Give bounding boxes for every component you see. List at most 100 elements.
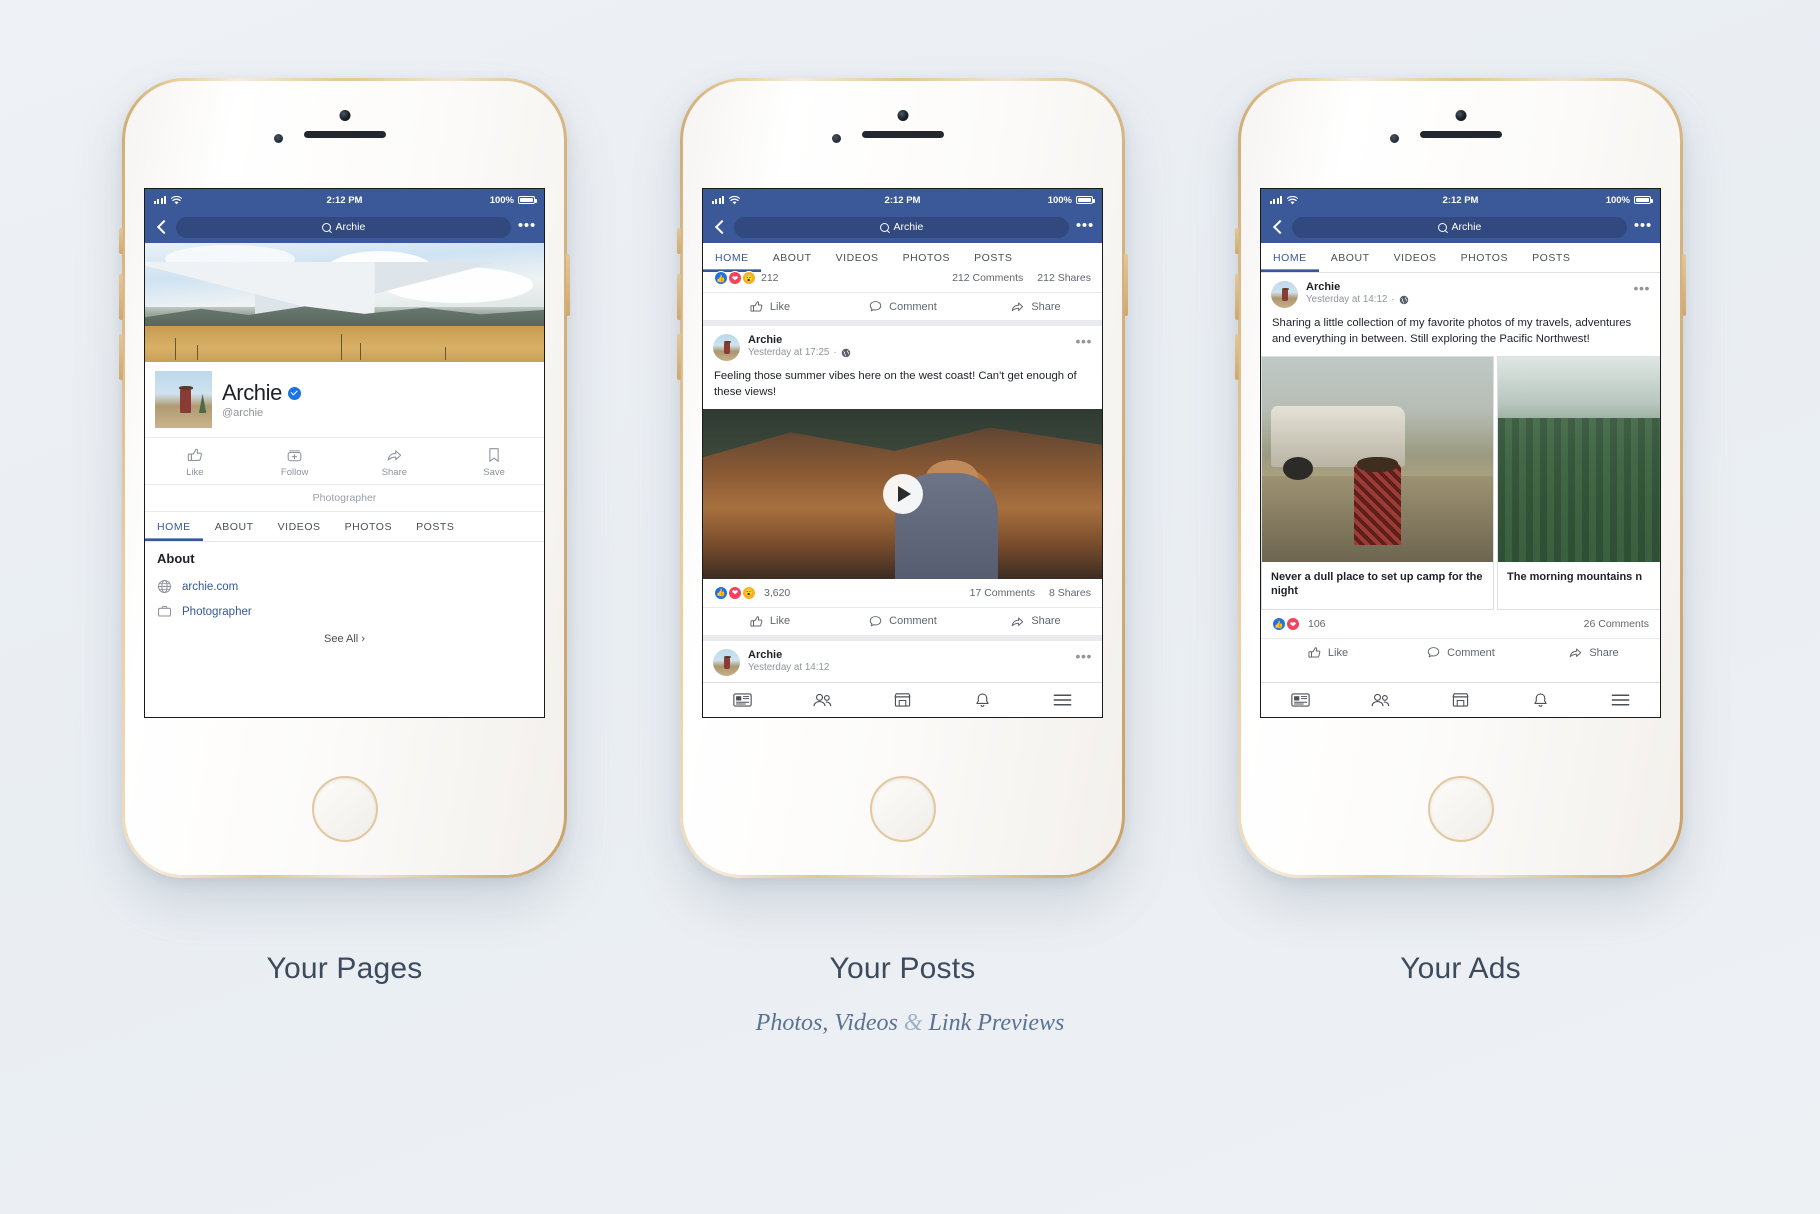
marketplace-icon[interactable] — [1421, 692, 1501, 708]
share-arrow-icon — [1012, 302, 1024, 312]
avatar[interactable] — [713, 334, 740, 361]
tab-posts[interactable]: POSTS — [404, 512, 466, 541]
page-follow-button[interactable]: Follow — [245, 438, 345, 484]
tab-posts[interactable]: POSTS — [962, 243, 1024, 272]
tab-posts[interactable]: POSTS — [1520, 243, 1582, 272]
back-arrow-icon[interactable] — [711, 219, 727, 235]
silent-switch[interactable] — [677, 228, 681, 254]
tab-photos[interactable]: PHOTOS — [1449, 243, 1520, 272]
feed-scroll[interactable]: 👍 ❤ 😮 212 212 Comments 212 Shares Like C… — [703, 264, 1102, 682]
share-count[interactable]: 8 Shares — [1049, 587, 1091, 599]
share-count[interactable]: 212 Shares — [1037, 272, 1091, 284]
search-input[interactable]: Archie — [176, 216, 511, 238]
more-options-icon[interactable]: ••• — [518, 218, 536, 237]
post-author[interactable]: Archie — [1306, 281, 1409, 293]
tab-home[interactable]: HOME — [145, 512, 203, 541]
post-author[interactable]: Archie — [748, 334, 851, 346]
more-options-icon[interactable]: ••• — [1076, 218, 1094, 237]
post-comment-button[interactable]: Comment — [1394, 645, 1527, 660]
power-button[interactable] — [1124, 254, 1128, 316]
about-row-occupation[interactable]: Photographer — [157, 599, 532, 624]
more-options-icon[interactable]: ••• — [1633, 281, 1650, 295]
post-meta: Yesterday at 14:12 · — [1306, 294, 1409, 305]
notifications-bell-icon[interactable] — [942, 692, 1022, 709]
page-share-button[interactable]: Share — [345, 438, 445, 484]
volume-up-button[interactable] — [119, 274, 123, 320]
post-share-button[interactable]: Share — [1527, 645, 1660, 660]
tab-videos[interactable]: VIDEOS — [266, 512, 333, 541]
post-author[interactable]: Archie — [748, 649, 829, 661]
play-icon[interactable] — [882, 473, 923, 514]
tab-about[interactable]: ABOUT — [203, 512, 266, 541]
news-feed-icon[interactable] — [1261, 692, 1341, 708]
about-row-website[interactable]: archie.com — [157, 574, 532, 599]
power-button[interactable] — [566, 254, 570, 316]
page-like-button[interactable]: Like — [145, 438, 245, 484]
post-video[interactable] — [703, 408, 1102, 579]
tab-home[interactable]: HOME — [703, 243, 761, 272]
post-meta: Yesterday at 17:25 · — [748, 347, 851, 358]
volume-down-button[interactable] — [119, 334, 123, 380]
tab-videos[interactable]: VIDEOS — [824, 243, 891, 272]
silent-switch[interactable] — [1235, 228, 1239, 254]
back-arrow-icon[interactable] — [1269, 219, 1285, 235]
avatar[interactable] — [1271, 281, 1298, 308]
reaction-icons[interactable]: 👍 ❤ 😮 3,620 — [714, 585, 790, 600]
caption-subtitle: Photos, Videos & Link Previews — [0, 1010, 1820, 1037]
silent-switch[interactable] — [119, 228, 123, 254]
reaction-count: 106 — [1308, 618, 1326, 631]
page-save-button[interactable]: Save — [444, 438, 544, 484]
post-comment-button[interactable]: Comment — [836, 299, 969, 314]
volume-down-button[interactable] — [677, 334, 681, 380]
profile-avatar[interactable] — [155, 371, 212, 428]
tab-about[interactable]: ABOUT — [761, 243, 824, 272]
friends-icon[interactable] — [1341, 692, 1421, 708]
comment-count[interactable]: 26 Comments — [1584, 618, 1649, 630]
comment-count[interactable]: 17 Comments — [970, 587, 1035, 599]
friends-icon[interactable] — [783, 692, 863, 708]
tab-about[interactable]: ABOUT — [1319, 243, 1382, 272]
home-button[interactable] — [869, 776, 936, 842]
search-input[interactable]: Archie — [734, 216, 1069, 238]
cover-photo[interactable] — [145, 243, 544, 362]
tab-photos[interactable]: PHOTOS — [333, 512, 404, 541]
volume-up-button[interactable] — [1235, 274, 1239, 320]
post-comment-label: Comment — [1447, 646, 1495, 659]
reaction-icons[interactable]: 👍 ❤ 😮 212 — [714, 271, 779, 285]
back-arrow-icon[interactable] — [153, 219, 169, 235]
tab-photos[interactable]: PHOTOS — [891, 243, 962, 272]
ad-card[interactable]: Never a dull place to set up camp for th… — [1261, 355, 1494, 611]
marketplace-icon[interactable] — [863, 692, 943, 708]
search-input[interactable]: Archie — [1292, 216, 1627, 238]
ad-carousel[interactable]: Never a dull place to set up camp for th… — [1261, 355, 1660, 611]
more-options-icon[interactable]: ••• — [1634, 218, 1652, 237]
post-like-button[interactable]: Like — [703, 614, 836, 629]
news-feed-icon[interactable] — [703, 692, 783, 708]
post-share-button[interactable]: Share — [969, 614, 1102, 629]
home-button[interactable] — [311, 776, 378, 842]
menu-hamburger-icon[interactable] — [1580, 693, 1660, 707]
comment-count[interactable]: 212 Comments — [952, 272, 1023, 284]
power-button[interactable] — [1682, 254, 1686, 316]
volume-up-button[interactable] — [677, 274, 681, 320]
post-like-button[interactable]: Like — [703, 299, 836, 314]
more-options-icon[interactable]: ••• — [1075, 334, 1092, 348]
menu-hamburger-icon[interactable] — [1022, 693, 1102, 707]
share-arrow-icon — [345, 445, 445, 464]
post-action-bar: Like Comment Share — [703, 608, 1102, 635]
avatar[interactable] — [713, 648, 740, 676]
notifications-bell-icon[interactable] — [1500, 692, 1580, 709]
tab-videos[interactable]: VIDEOS — [1382, 243, 1449, 272]
more-options-icon[interactable]: ••• — [1075, 649, 1092, 663]
post-like-label: Like — [769, 615, 791, 628]
post-text: Sharing a little collection of my favori… — [1272, 317, 1632, 346]
ad-card[interactable]: The morning mountains n — [1497, 355, 1660, 611]
post-like-button[interactable]: Like — [1261, 645, 1394, 660]
reaction-icons[interactable]: 👍 ❤ 106 — [1272, 617, 1326, 632]
post-share-button[interactable]: Share — [969, 299, 1102, 314]
volume-down-button[interactable] — [1235, 334, 1239, 380]
tab-home[interactable]: HOME — [1261, 243, 1319, 272]
home-button[interactable] — [1427, 776, 1494, 842]
see-all-button[interactable]: See All › — [157, 624, 532, 645]
post-comment-button[interactable]: Comment — [836, 614, 969, 629]
